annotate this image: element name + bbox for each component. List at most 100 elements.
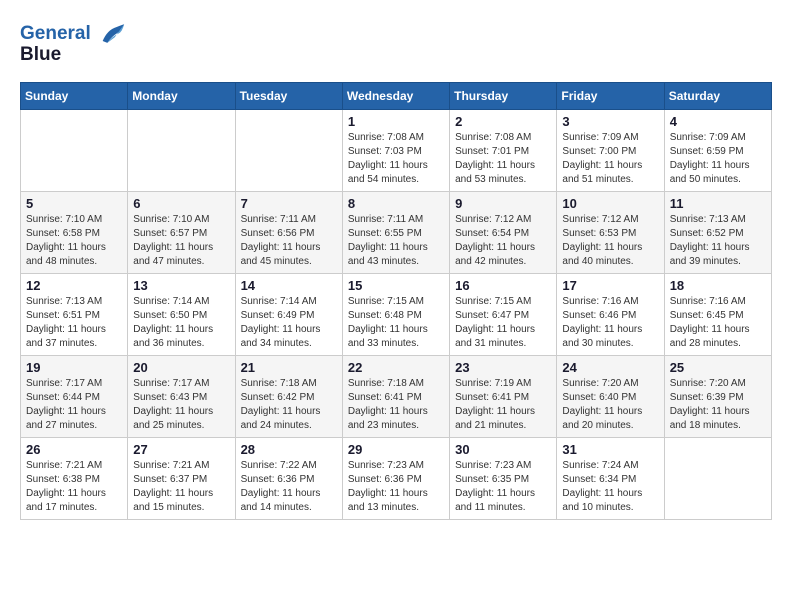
- logo-bird-icon: [98, 20, 126, 48]
- day-number: 16: [455, 278, 551, 293]
- calendar-cell: 1Sunrise: 7:08 AM Sunset: 7:03 PM Daylig…: [342, 110, 449, 192]
- weekday-header-monday: Monday: [128, 83, 235, 110]
- calendar-cell: 14 Sunrise: 7:14 AM Sunset: 6:49 PM Dayli…: [235, 274, 342, 356]
- day-number: 26: [26, 442, 122, 457]
- day-number: 4: [670, 114, 766, 129]
- weekday-header-friday: Friday: [557, 83, 664, 110]
- day-info: Sunrise: 7:24 AM Sunset: 6:34 PM Dayligh…: [562, 459, 658, 515]
- calendar-cell: 18 Sunrise: 7:16 AM Sunset: 6:45 PM Dayli…: [664, 274, 771, 356]
- day-info: Sunrise: 7:18 AM Sunset: 6:41 PM Dayligh…: [348, 377, 444, 433]
- calendar-cell: 22 Sunrise: 7:18 AM Sunset: 6:41 PM Dayli…: [342, 356, 449, 438]
- calendar-cell: 12Sunrise: 7:13 AM Sunset: 6:51 PM Dayli…: [21, 274, 128, 356]
- day-number: 2: [455, 114, 551, 129]
- calendar-cell: 10 Sunrise: 7:12 AM Sunset: 6:53 PM Dayli…: [557, 192, 664, 274]
- day-number: 31: [562, 442, 658, 457]
- calendar-cell: 11 Sunrise: 7:13 AM Sunset: 6:52 PM Dayli…: [664, 192, 771, 274]
- day-number: 12: [26, 278, 122, 293]
- weekday-header-saturday: Saturday: [664, 83, 771, 110]
- weekday-header-thursday: Thursday: [450, 83, 557, 110]
- day-info: Sunrise: 7:20 AM Sunset: 6:39 PM Dayligh…: [670, 377, 766, 433]
- day-info: Sunrise: 7:08 AM Sunset: 7:03 PM Dayligh…: [348, 131, 444, 187]
- calendar-cell: 29 Sunrise: 7:23 AM Sunset: 6:36 PM Dayli…: [342, 438, 449, 520]
- day-info: Sunrise: 7:21 AM Sunset: 6:38 PM Dayligh…: [26, 459, 122, 515]
- calendar-cell: [128, 110, 235, 192]
- calendar-cell: 19 Sunrise: 7:17 AM Sunset: 6:44 PM Dayli…: [21, 356, 128, 438]
- weekday-header-wednesday: Wednesday: [342, 83, 449, 110]
- calendar-cell: 13 Sunrise: 7:14 AM Sunset: 6:50 PM Dayli…: [128, 274, 235, 356]
- calendar-cell: 23 Sunrise: 7:19 AM Sunset: 6:41 PM Dayli…: [450, 356, 557, 438]
- day-number: 21: [241, 360, 337, 375]
- day-number: 29: [348, 442, 444, 457]
- day-info: Sunrise: 7:14 AM Sunset: 6:49 PM Dayligh…: [241, 295, 337, 351]
- day-info: Sunrise: 7:15 AM Sunset: 6:48 PM Dayligh…: [348, 295, 444, 351]
- calendar-cell: 24 Sunrise: 7:20 AM Sunset: 6:40 PM Dayli…: [557, 356, 664, 438]
- day-number: 5: [26, 196, 122, 211]
- calendar-cell: [235, 110, 342, 192]
- day-number: 8: [348, 196, 444, 211]
- day-number: 27: [133, 442, 229, 457]
- day-number: 15: [348, 278, 444, 293]
- day-info: Sunrise: 7:23 AM Sunset: 6:35 PM Dayligh…: [455, 459, 551, 515]
- day-info: Sunrise: 7:15 AM Sunset: 6:47 PM Dayligh…: [455, 295, 551, 351]
- day-info: Sunrise: 7:10 AM Sunset: 6:57 PM Dayligh…: [133, 213, 229, 269]
- day-info: Sunrise: 7:09 AM Sunset: 6:59 PM Dayligh…: [670, 131, 766, 187]
- day-info: Sunrise: 7:09 AM Sunset: 7:00 PM Dayligh…: [562, 131, 658, 187]
- day-number: 3: [562, 114, 658, 129]
- calendar-cell: 4 Sunrise: 7:09 AM Sunset: 6:59 PM Daylig…: [664, 110, 771, 192]
- day-number: 6: [133, 196, 229, 211]
- calendar-cell: 2 Sunrise: 7:08 AM Sunset: 7:01 PM Daylig…: [450, 110, 557, 192]
- day-info: Sunrise: 7:14 AM Sunset: 6:50 PM Dayligh…: [133, 295, 229, 351]
- day-number: 10: [562, 196, 658, 211]
- day-info: Sunrise: 7:16 AM Sunset: 6:45 PM Dayligh…: [670, 295, 766, 351]
- calendar-cell: 17 Sunrise: 7:16 AM Sunset: 6:46 PM Dayli…: [557, 274, 664, 356]
- calendar-cell: 27 Sunrise: 7:21 AM Sunset: 6:37 PM Dayli…: [128, 438, 235, 520]
- day-number: 14: [241, 278, 337, 293]
- calendar-week-row: 12Sunrise: 7:13 AM Sunset: 6:51 PM Dayli…: [21, 274, 772, 356]
- day-number: 23: [455, 360, 551, 375]
- calendar-cell: 6 Sunrise: 7:10 AM Sunset: 6:57 PM Daylig…: [128, 192, 235, 274]
- calendar-week-row: 26 Sunrise: 7:21 AM Sunset: 6:38 PM Dayli…: [21, 438, 772, 520]
- calendar-cell: [664, 438, 771, 520]
- weekday-header-tuesday: Tuesday: [235, 83, 342, 110]
- day-number: 17: [562, 278, 658, 293]
- calendar-cell: 31 Sunrise: 7:24 AM Sunset: 6:34 PM Dayli…: [557, 438, 664, 520]
- day-info: Sunrise: 7:13 AM Sunset: 6:52 PM Dayligh…: [670, 213, 766, 269]
- day-info: Sunrise: 7:17 AM Sunset: 6:44 PM Dayligh…: [26, 377, 122, 433]
- calendar-body: 1Sunrise: 7:08 AM Sunset: 7:03 PM Daylig…: [21, 110, 772, 520]
- day-info: Sunrise: 7:17 AM Sunset: 6:43 PM Dayligh…: [133, 377, 229, 433]
- calendar-week-row: 5 Sunrise: 7:10 AM Sunset: 6:58 PM Daylig…: [21, 192, 772, 274]
- calendar-cell: 28Sunrise: 7:22 AM Sunset: 6:36 PM Dayli…: [235, 438, 342, 520]
- day-number: 19: [26, 360, 122, 375]
- day-info: Sunrise: 7:20 AM Sunset: 6:40 PM Dayligh…: [562, 377, 658, 433]
- day-info: Sunrise: 7:23 AM Sunset: 6:36 PM Dayligh…: [348, 459, 444, 515]
- day-info: Sunrise: 7:08 AM Sunset: 7:01 PM Dayligh…: [455, 131, 551, 187]
- page-header: General Blue: [20, 20, 772, 66]
- day-info: Sunrise: 7:16 AM Sunset: 6:46 PM Dayligh…: [562, 295, 658, 351]
- day-info: Sunrise: 7:12 AM Sunset: 6:54 PM Dayligh…: [455, 213, 551, 269]
- calendar-cell: 9 Sunrise: 7:12 AM Sunset: 6:54 PM Daylig…: [450, 192, 557, 274]
- day-info: Sunrise: 7:10 AM Sunset: 6:58 PM Dayligh…: [26, 213, 122, 269]
- day-number: 11: [670, 196, 766, 211]
- calendar-cell: 3 Sunrise: 7:09 AM Sunset: 7:00 PM Daylig…: [557, 110, 664, 192]
- calendar-cell: 8Sunrise: 7:11 AM Sunset: 6:55 PM Daylig…: [342, 192, 449, 274]
- day-number: 24: [562, 360, 658, 375]
- logo: General Blue: [20, 20, 126, 66]
- calendar-cell: 15 Sunrise: 7:15 AM Sunset: 6:48 PM Dayli…: [342, 274, 449, 356]
- day-number: 22: [348, 360, 444, 375]
- calendar-cell: 26 Sunrise: 7:21 AM Sunset: 6:38 PM Dayli…: [21, 438, 128, 520]
- calendar-week-row: 19 Sunrise: 7:17 AM Sunset: 6:44 PM Dayli…: [21, 356, 772, 438]
- day-number: 9: [455, 196, 551, 211]
- weekday-header-sunday: Sunday: [21, 83, 128, 110]
- calendar-cell: 7Sunrise: 7:11 AM Sunset: 6:56 PM Daylig…: [235, 192, 342, 274]
- day-number: 13: [133, 278, 229, 293]
- calendar-cell: 30Sunrise: 7:23 AM Sunset: 6:35 PM Dayli…: [450, 438, 557, 520]
- day-info: Sunrise: 7:19 AM Sunset: 6:41 PM Dayligh…: [455, 377, 551, 433]
- day-info: Sunrise: 7:21 AM Sunset: 6:37 PM Dayligh…: [133, 459, 229, 515]
- calendar-week-row: 1Sunrise: 7:08 AM Sunset: 7:03 PM Daylig…: [21, 110, 772, 192]
- calendar-cell: 20Sunrise: 7:17 AM Sunset: 6:43 PM Dayli…: [128, 356, 235, 438]
- calendar-cell: 5 Sunrise: 7:10 AM Sunset: 6:58 PM Daylig…: [21, 192, 128, 274]
- day-number: 18: [670, 278, 766, 293]
- calendar-cell: [21, 110, 128, 192]
- day-info: Sunrise: 7:11 AM Sunset: 6:56 PM Dayligh…: [241, 213, 337, 269]
- day-info: Sunrise: 7:12 AM Sunset: 6:53 PM Dayligh…: [562, 213, 658, 269]
